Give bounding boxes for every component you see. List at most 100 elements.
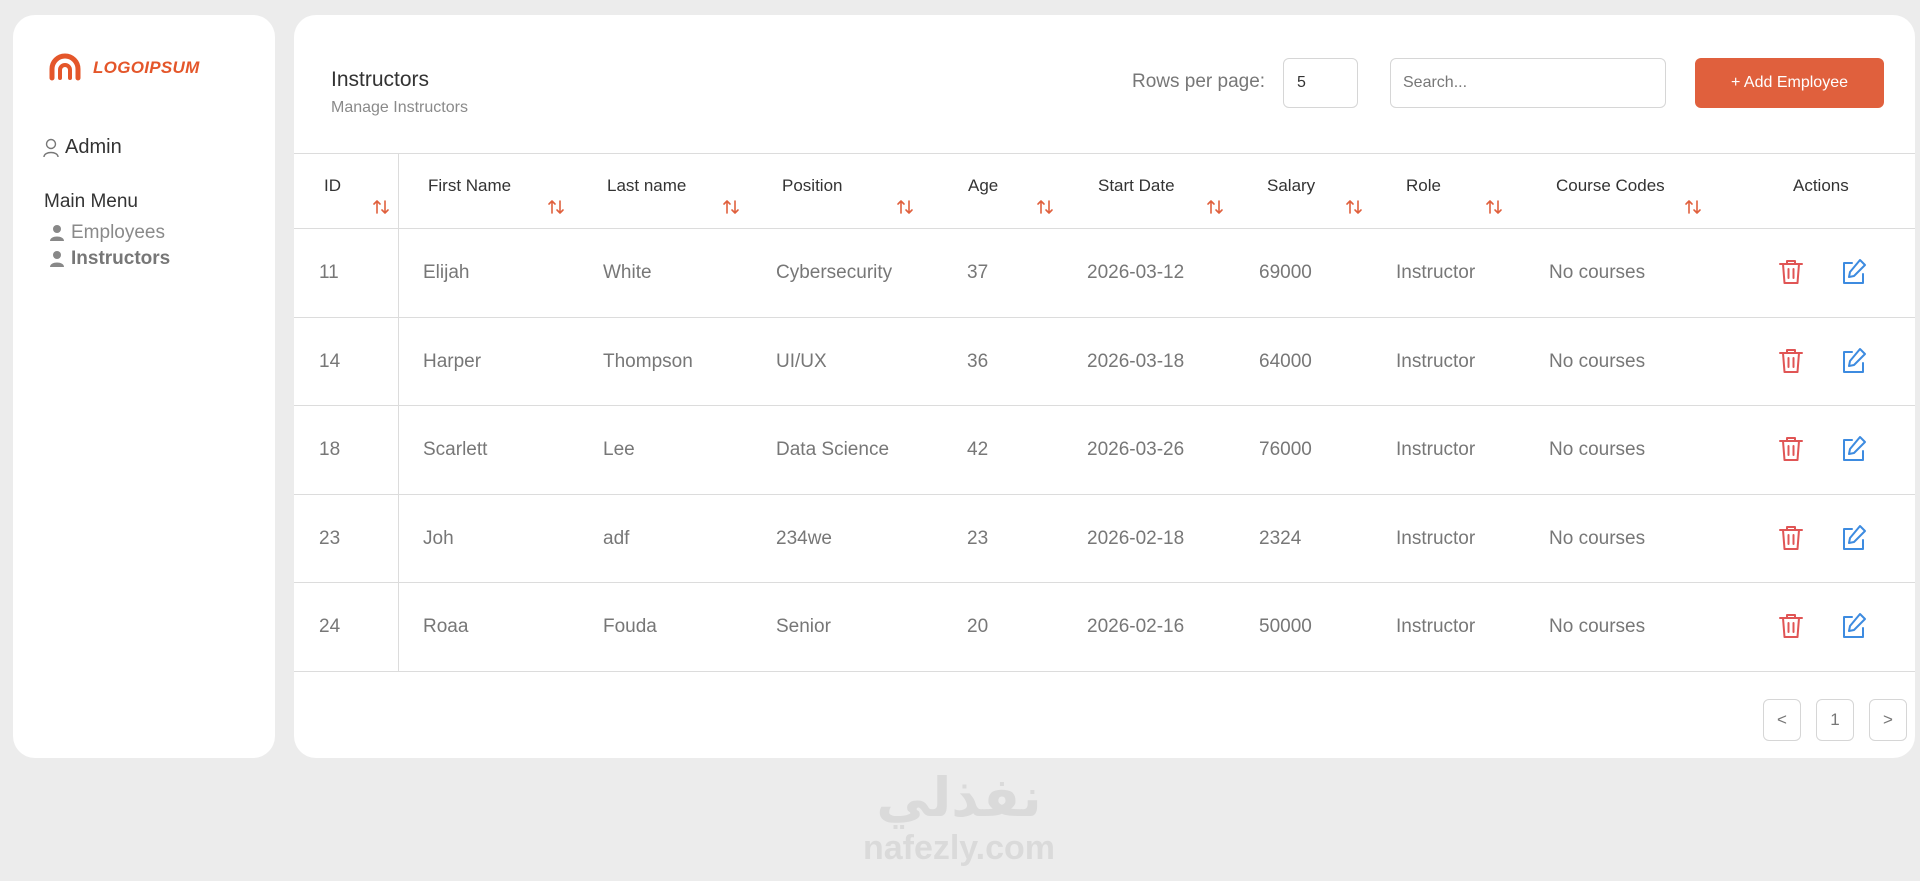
column-header-label: Last name [607,176,687,195]
sort-icon[interactable] [1485,198,1503,216]
next-page-button[interactable]: > [1869,699,1907,741]
cell-position: 234we [776,527,832,549]
cell-last-name: adf [603,527,630,549]
column-header-label: Role [1406,176,1441,195]
cell-id: 24 [319,616,341,637]
column-header-label: Actions [1793,176,1849,195]
sort-icon[interactable] [1684,198,1702,216]
table-body: 11 Elijah White Cybersecurity 37 2026-03-12 69… [294,229,1915,672]
column-header-position[interactable]: Position [749,154,924,230]
sort-icon[interactable] [1345,198,1363,216]
cell-id: 23 [319,527,341,549]
table-row: 14 Harper Thompson UI/UX 36 2026-03-18 64000 In… [294,318,1915,406]
cell-first-name: Harper [423,350,482,372]
logo-text: LOGOIPSUM [93,58,200,77]
cell-id: 11 [319,262,339,283]
column-header-label: Position [782,176,843,195]
column-header-role[interactable]: Role [1374,154,1524,230]
edit-icon[interactable] [1839,523,1867,553]
cell-first-name: Elijah [423,262,470,283]
sort-icon[interactable] [547,198,565,216]
cell-course-codes: No courses [1549,527,1646,549]
delete-icon[interactable] [1777,523,1805,553]
column-header-start-date[interactable]: Start Date [1064,154,1234,230]
main-menu-title: Main Menu [44,191,138,212]
cell-age: 23 [967,527,989,549]
cell-salary: 50000 [1259,616,1312,637]
column-header-label: Course Codes [1556,176,1665,195]
cell-id: 14 [319,350,341,372]
delete-icon[interactable] [1777,257,1805,287]
user-icon [43,138,59,157]
cell-role: Instructor [1396,439,1476,460]
page-subtitle: Manage Instructors [331,99,468,116]
sort-icon[interactable] [896,198,914,216]
column-header-age[interactable]: Age [924,154,1064,230]
cell-salary: 2324 [1259,527,1302,549]
cell-id: 18 [319,439,341,460]
logo[interactable]: LOGOIPSUM [48,52,200,84]
edit-icon[interactable] [1839,611,1867,641]
column-header-label: ID [324,176,341,195]
table-row: 24 Roaa Fouda Senior 20 2026-02-16 50000 Instru… [294,583,1915,672]
cell-position: Cybersecurity [776,262,893,283]
cell-first-name: Scarlett [423,439,488,460]
cell-first-name: Joh [423,527,454,549]
page-1-button[interactable]: 1 [1816,699,1854,741]
cell-role: Instructor [1396,350,1476,372]
watermark-latin: nafezly.com [862,829,1056,867]
delete-icon[interactable] [1777,434,1805,464]
cell-course-codes: No courses [1549,262,1646,283]
column-header-last-name[interactable]: Last name [574,154,749,230]
sidebar-item-label: Instructors [71,248,171,269]
cell-age: 20 [967,616,989,637]
sort-icon[interactable] [372,198,390,216]
column-header-label: Salary [1267,176,1316,195]
sidebar-item-instructors[interactable]: Instructors [49,248,170,270]
person-icon [50,225,64,241]
column-header-course-codes[interactable]: Course Codes [1524,154,1714,230]
cell-last-name: White [603,262,652,283]
add-employee-button[interactable]: + Add Employee [1695,58,1884,108]
table-header: ID First Name Last name Position Age Sta… [294,153,1915,229]
sort-icon[interactable] [1206,198,1224,216]
edit-icon[interactable] [1839,346,1867,376]
column-header-first-name[interactable]: First Name [399,154,574,230]
search-input[interactable] [1390,58,1666,108]
sort-icon[interactable] [1036,198,1054,216]
edit-icon[interactable] [1839,434,1867,464]
table-row: 11 Elijah White Cybersecurity 37 2026-03-12 69… [294,229,1915,318]
prev-page-button[interactable]: < [1763,699,1801,741]
cell-age: 37 [967,262,989,283]
watermark: نفذلي nafezly.com [852,768,1066,868]
sidebar: LOGOIPSUM Admin Main Menu Employees Inst… [13,15,275,758]
cell-age: 42 [967,439,989,460]
cell-last-name: Fouda [603,616,657,637]
cell-salary: 76000 [1259,439,1312,460]
column-header-label: Start Date [1098,176,1175,195]
cell-salary: 69000 [1259,262,1312,283]
delete-icon[interactable] [1777,346,1805,376]
column-header-id[interactable]: ID [294,154,398,230]
column-header-label: First Name [428,176,512,195]
sort-icon[interactable] [722,198,740,216]
page-title: Instructors [331,68,430,91]
delete-icon[interactable] [1777,611,1805,641]
cell-start-date: 2026-03-26 [1087,439,1185,460]
person-icon [50,251,64,267]
edit-icon[interactable] [1839,257,1867,287]
column-header-salary[interactable]: Salary [1234,154,1374,230]
user-name: Admin [65,136,122,158]
cell-start-date: 2026-02-16 [1087,616,1185,637]
cell-position: Data Science [776,439,890,460]
cell-course-codes: No courses [1549,350,1646,372]
cell-position: Senior [776,616,831,637]
cell-role: Instructor [1396,262,1476,283]
rows-per-page-label: Rows per page: [1132,71,1266,92]
cell-course-codes: No courses [1549,616,1646,637]
cell-start-date: 2026-03-12 [1087,262,1185,283]
user-profile[interactable]: Admin [43,136,122,159]
rows-per-page-input[interactable] [1283,58,1358,108]
column-header-actions: Actions [1714,154,1915,230]
sidebar-item-employees[interactable]: Employees [49,222,165,244]
